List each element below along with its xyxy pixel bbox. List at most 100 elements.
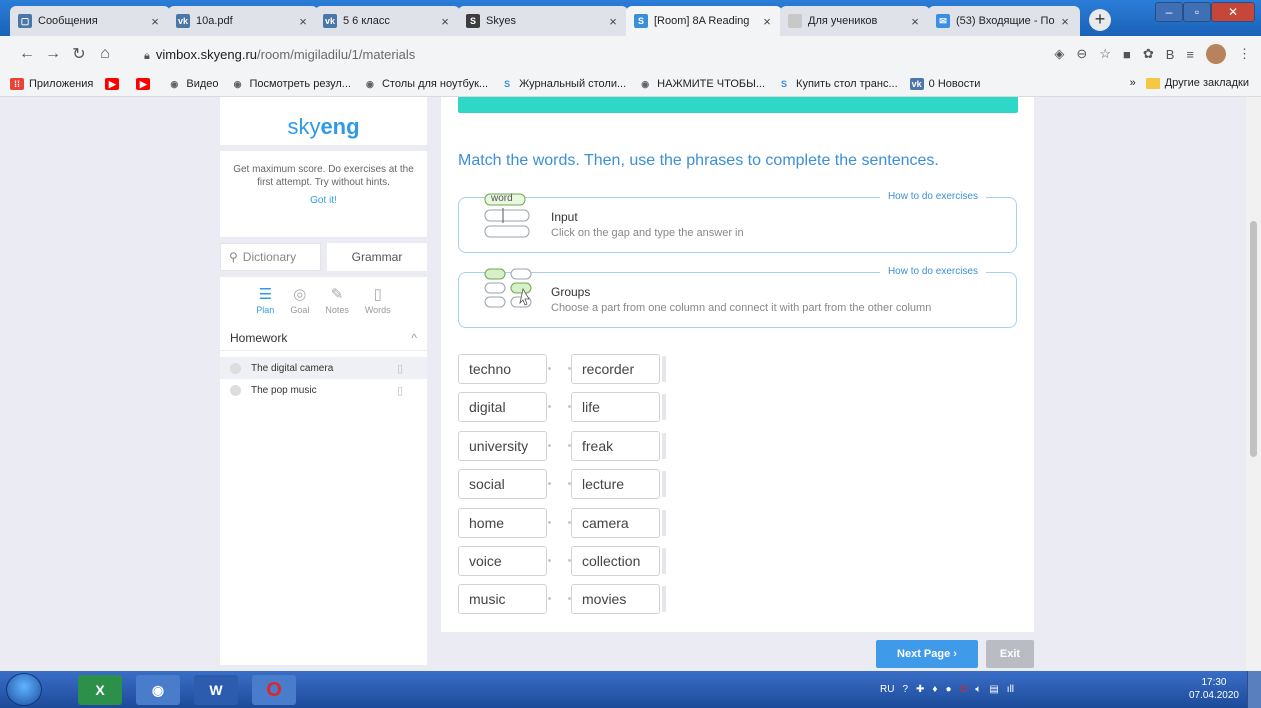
reading-list-icon[interactable]: ≡ bbox=[1186, 47, 1194, 62]
sidebar-tab-goal[interactable]: ◎ Goal bbox=[290, 285, 309, 325]
got-it-link[interactable]: Got it! bbox=[310, 194, 337, 207]
connector-dot[interactable] bbox=[548, 444, 551, 447]
bookmarks-more-button[interactable]: » bbox=[1130, 77, 1136, 89]
sidebar-tab-words[interactable]: ▯ Words bbox=[365, 285, 391, 325]
maximize-button[interactable]: ▫ bbox=[1183, 2, 1211, 22]
other-bookmarks[interactable]: Другие закладки bbox=[1145, 77, 1249, 89]
next-page-button[interactable]: Next Page › bbox=[876, 640, 978, 668]
extension-icon[interactable]: ◈ bbox=[1054, 46, 1064, 62]
extension-icon[interactable]: ■ bbox=[1123, 47, 1131, 62]
bookmark-item[interactable]: ◉ Столы для ноутбук... bbox=[363, 78, 488, 90]
signal-icon[interactable]: ıll bbox=[1007, 684, 1014, 695]
close-tab-icon[interactable]: × bbox=[606, 14, 620, 29]
language-indicator[interactable]: RU bbox=[880, 684, 894, 695]
opera-taskbar-icon[interactable]: O bbox=[252, 675, 296, 705]
homework-section-header[interactable]: Homework ^ bbox=[220, 325, 427, 351]
profile-avatar[interactable] bbox=[1206, 44, 1226, 64]
zoom-icon[interactable]: ⊖ bbox=[1076, 46, 1087, 62]
word-taskbar-icon[interactable]: W bbox=[194, 675, 238, 705]
connector-dot[interactable] bbox=[548, 405, 551, 408]
match-word-left[interactable]: music bbox=[458, 584, 547, 614]
reload-icon[interactable]: ↻ bbox=[66, 44, 92, 64]
grammar-button[interactable]: Grammar bbox=[327, 243, 427, 271]
match-word-left[interactable]: digital bbox=[458, 392, 547, 422]
new-tab-button[interactable]: + bbox=[1089, 9, 1111, 31]
connector-dot[interactable] bbox=[548, 559, 551, 562]
minimize-button[interactable]: – bbox=[1155, 2, 1183, 22]
drag-handle[interactable] bbox=[662, 510, 666, 536]
help-icon[interactable]: ? bbox=[902, 684, 908, 695]
match-word-left[interactable]: voice bbox=[458, 546, 547, 576]
dictionary-search[interactable]: ⚲ Dictionary bbox=[220, 243, 321, 271]
browser-tab[interactable]: vk 5 6 класс × bbox=[315, 6, 460, 36]
address-bar[interactable]: 🔒︎ vimbox.skyeng.ru/room/migiladilu/1/mat… bbox=[144, 47, 415, 63]
match-word-right[interactable]: lecture bbox=[571, 469, 660, 499]
drag-handle[interactable] bbox=[662, 394, 666, 420]
lesson-item[interactable]: The pop music ▯ bbox=[220, 379, 427, 401]
start-button[interactable] bbox=[6, 673, 42, 706]
skyeng-logo[interactable]: skyeng bbox=[220, 97, 427, 145]
match-word-left[interactable]: social bbox=[458, 469, 547, 499]
forward-icon[interactable]: → bbox=[40, 45, 66, 63]
drag-handle[interactable] bbox=[662, 548, 666, 574]
match-word-right[interactable]: life bbox=[571, 392, 660, 422]
exit-button[interactable]: Exit bbox=[986, 640, 1034, 668]
connector-dot[interactable] bbox=[568, 444, 571, 447]
sidebar-tab-plan[interactable]: ☰ Plan bbox=[256, 285, 274, 325]
bookmark-item[interactable]: ◉ НАЖМИТЕ ЧТОБЫ... bbox=[638, 78, 765, 90]
match-word-right[interactable]: collection bbox=[571, 546, 660, 576]
lesson-item[interactable]: The digital camera ▯ bbox=[220, 357, 427, 379]
tray-icon[interactable]: ● bbox=[946, 684, 952, 695]
bookmark-item[interactable]: ▶ bbox=[136, 78, 155, 90]
connector-dot[interactable] bbox=[568, 367, 571, 370]
close-tab-icon[interactable]: × bbox=[296, 14, 310, 29]
connector-dot[interactable] bbox=[548, 482, 551, 485]
close-window-button[interactable]: ✕ bbox=[1211, 2, 1255, 22]
match-word-right[interactable]: recorder bbox=[571, 354, 660, 384]
browser-tab[interactable]: vk 10a.pdf × bbox=[168, 6, 318, 36]
bookmark-item[interactable]: S Купить стол транс... bbox=[777, 78, 898, 90]
match-word-left[interactable]: techno bbox=[458, 354, 547, 384]
extension-icon[interactable]: B bbox=[1166, 47, 1175, 62]
tray-icon[interactable]: ✚ bbox=[916, 684, 924, 695]
extension-icon[interactable]: ✿ bbox=[1143, 46, 1154, 62]
home-icon[interactable]: ⌂ bbox=[92, 45, 118, 63]
drag-handle[interactable] bbox=[662, 356, 666, 382]
system-clock[interactable]: 17:30 07.04.2020 bbox=[1189, 676, 1239, 702]
drag-handle[interactable] bbox=[662, 433, 666, 459]
connector-dot[interactable] bbox=[568, 405, 571, 408]
how-to-link[interactable]: How to do exercises bbox=[879, 266, 986, 277]
opera-tray-icon[interactable]: O bbox=[960, 684, 968, 695]
browser-tab[interactable]: ▢ Сообщения × bbox=[10, 6, 170, 36]
close-tab-icon[interactable]: × bbox=[1058, 14, 1072, 29]
connector-dot[interactable] bbox=[568, 559, 571, 562]
show-desktop-button[interactable] bbox=[1247, 671, 1261, 708]
bookmark-item[interactable]: vk 0 Новости bbox=[909, 78, 980, 90]
match-word-right[interactable]: movies bbox=[571, 584, 660, 614]
bookmark-item[interactable]: ◉ Посмотреть резул... bbox=[231, 78, 351, 90]
drag-handle[interactable] bbox=[662, 471, 666, 497]
connector-dot[interactable] bbox=[568, 597, 571, 600]
browser-tab[interactable]: Для учеников × bbox=[780, 6, 930, 36]
connector-dot[interactable] bbox=[568, 521, 571, 524]
match-word-left[interactable]: home bbox=[458, 508, 547, 538]
page-scrollbar[interactable] bbox=[1246, 97, 1261, 671]
how-to-link[interactable]: How to do exercises bbox=[879, 191, 986, 202]
bookmark-star-icon[interactable]: ☆ bbox=[1099, 46, 1111, 62]
volume-icon[interactable]: 🔈︎ bbox=[975, 684, 981, 695]
sidebar-tab-notes[interactable]: ✎ Notes bbox=[325, 285, 349, 325]
browser-tab[interactable]: S [Room] 8A Reading × bbox=[626, 6, 782, 36]
scrollbar-thumb[interactable] bbox=[1250, 221, 1257, 457]
chrome-taskbar-icon[interactable]: ◉ bbox=[136, 675, 180, 705]
tray-icon[interactable]: ♦ bbox=[932, 684, 937, 695]
connector-dot[interactable] bbox=[548, 597, 551, 600]
bookmark-item[interactable]: ◉ Видео bbox=[167, 78, 218, 90]
close-tab-icon[interactable]: × bbox=[148, 14, 162, 29]
bookmark-item[interactable]: ▶ bbox=[105, 78, 124, 90]
back-icon[interactable]: ← bbox=[14, 45, 40, 63]
excel-taskbar-icon[interactable]: X bbox=[78, 675, 122, 705]
network-icon[interactable]: ▤ bbox=[989, 684, 998, 695]
connector-dot[interactable] bbox=[548, 521, 551, 524]
match-word-left[interactable]: university bbox=[458, 431, 547, 461]
bookmark-item[interactable]: ⁞⁞ Приложения bbox=[10, 78, 93, 90]
